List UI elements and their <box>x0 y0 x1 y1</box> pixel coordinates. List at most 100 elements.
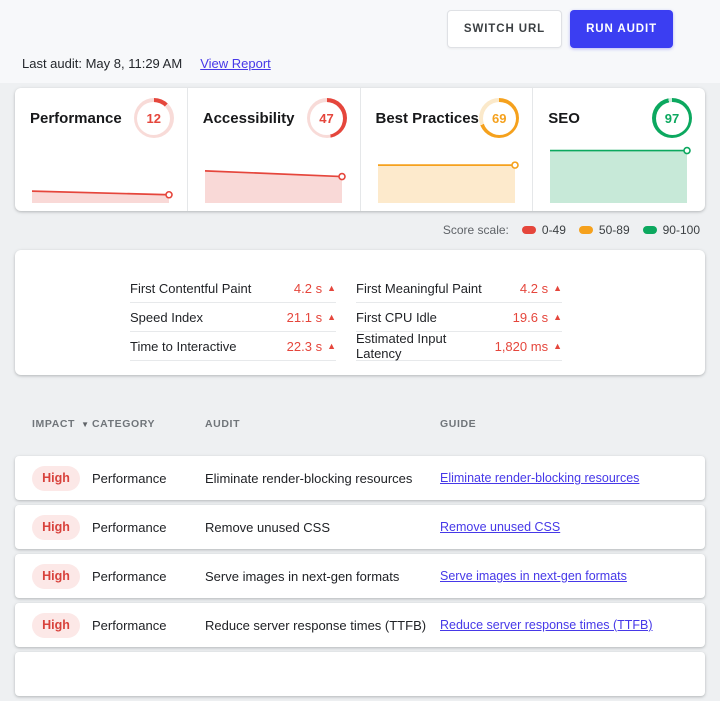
score-trend-sparkline <box>550 146 692 203</box>
score-scale-range: 50-89 <box>578 223 630 237</box>
metric-name: Speed Index <box>130 309 204 325</box>
score-scale-range-label: 90-100 <box>662 223 700 237</box>
metric-value: 1,820 ms ▲ <box>495 339 562 354</box>
audit-title: Eliminate render-blocking resources <box>205 470 413 486</box>
metric-name: Time to Interactive <box>130 338 237 354</box>
impact-header-label: IMPACT <box>32 418 76 430</box>
audit-title: Serve images in next-gen formats <box>205 568 400 584</box>
score-gauge-value: 12 <box>137 101 171 135</box>
audit-table-row-partial <box>15 652 705 696</box>
audit-title: Remove unused CSS <box>205 519 331 535</box>
metrics-grid: First Contentful Paint 4.2 s ▲ Speed Index 2… <box>130 274 705 361</box>
score-card-seo: SEO 97 <box>533 88 705 211</box>
score-gauge: 47 <box>306 98 347 138</box>
impact-cell: High <box>32 612 92 638</box>
score-trend-sparkline <box>204 169 346 203</box>
metric-value-text: 19.6 s <box>512 309 549 325</box>
metric-name: First CPU Idle <box>356 309 437 325</box>
score-card-performance: Performance 12 <box>15 88 188 211</box>
metric-name: First Contentful Paint <box>130 280 252 296</box>
score-scale-pill-average <box>578 226 593 234</box>
score-scale-legend: Score scale: 0-49 50-89 90-100 <box>0 223 700 237</box>
metric-name: Estimated Input Latency <box>356 331 447 361</box>
score-card-title: Best Practices <box>375 109 479 127</box>
score-card-best-practices: Best Practices 69 <box>361 88 534 211</box>
warning-triangle-icon: ▲ <box>327 311 336 322</box>
audit-category: Performance <box>92 617 167 633</box>
metric-value: 22.3 s ▲ <box>287 339 336 354</box>
metric-row: First Contentful Paint 4.2 s ▲ <box>130 274 336 303</box>
score-card-title: Accessibility <box>202 109 295 127</box>
last-audit-text: Last audit: May 8, 11:29 AM <box>22 56 183 71</box>
metric-row: First Meaningful Paint 4.2 s ▲ <box>356 274 562 303</box>
score-card-header: Performance 12 <box>15 88 187 138</box>
score-gauge-value: 47 <box>310 101 343 135</box>
warning-triangle-icon: ▲ <box>553 311 562 322</box>
metric-value-text: 1,820 ms <box>494 338 549 354</box>
guide-link[interactable]: Remove unused CSS <box>440 520 705 534</box>
score-trend-sparkline <box>31 190 173 203</box>
header-actions: SWITCH URL RUN AUDIT <box>446 10 673 48</box>
score-scale-range-label: 50-89 <box>598 223 630 237</box>
score-card-header: Best Practices 69 <box>361 88 533 138</box>
impact-cell: High <box>32 465 92 491</box>
impact-column-header[interactable]: IMPACT ▼ <box>32 418 92 430</box>
impact-badge: High <box>32 563 80 589</box>
score-card-title: SEO <box>548 109 580 127</box>
impact-cell: High <box>32 514 92 540</box>
score-scale-range-label: 0-49 <box>541 223 566 237</box>
metric-row: Speed Index 21.1 s ▲ <box>130 303 336 332</box>
metrics-column: First Meaningful Paint 4.2 s ▲ First CPU Id… <box>356 274 562 361</box>
metric-value: 19.6 s ▲ <box>513 310 562 325</box>
sort-caret-icon: ▼ <box>81 419 90 429</box>
audit-table-row: High Performance Eliminate render-blocking… <box>15 456 705 500</box>
impact-cell: High <box>32 563 92 589</box>
metric-value: 4.2 s ▲ <box>520 281 562 296</box>
score-scale-pill-pass <box>642 226 657 234</box>
guide-link[interactable]: Eliminate render-blocking resources <box>440 471 705 485</box>
warning-triangle-icon: ▲ <box>327 340 336 351</box>
audit-table-row: High Performance Remove unused CSS Remove u… <box>15 505 705 549</box>
score-gauge: 12 <box>133 98 174 138</box>
score-scale-range: 0-49 <box>521 223 566 237</box>
score-scale-range: 90-100 <box>642 223 700 237</box>
metric-row: Estimated Input Latency 1,820 ms ▲ <box>356 331 562 361</box>
score-gauge-value: 69 <box>482 101 516 135</box>
category-column-header: CATEGORY <box>92 418 156 430</box>
warning-triangle-icon: ▲ <box>553 340 562 351</box>
metric-value: 4.2 s ▲ <box>294 281 336 296</box>
score-trend-sparkline <box>377 161 519 203</box>
audit-category: Performance <box>92 470 167 486</box>
switch-url-button[interactable]: SWITCH URL <box>446 10 563 48</box>
audit-table-row: High Performance Serve images in next-gen … <box>15 554 705 598</box>
main-content: Performance 12 Accessibility 47 Best Practic… <box>0 88 720 701</box>
score-card-accessibility: Accessibility 47 <box>188 88 361 211</box>
metric-value-text: 22.3 s <box>286 338 323 354</box>
audit-title: Reduce server response times (TTFB) <box>205 617 427 633</box>
metric-row: First CPU Idle 19.6 s ▲ <box>356 303 562 332</box>
impact-badge: High <box>32 514 80 540</box>
view-report-link[interactable]: View Report <box>200 56 271 71</box>
impact-badge: High <box>32 612 80 638</box>
score-card-header: SEO 97 <box>533 88 705 138</box>
score-gauge: 69 <box>479 98 520 138</box>
metric-row: Time to Interactive 22.3 s ▲ <box>130 332 336 361</box>
metric-value: 21.1 s ▲ <box>287 310 336 325</box>
guide-link[interactable]: Serve images in next-gen formats <box>440 569 705 583</box>
score-gauge: 97 <box>652 98 692 138</box>
audit-table-header: IMPACT ▼ CATEGORY AUDIT GUIDE <box>15 417 705 431</box>
audit-column-header: AUDIT <box>205 418 241 430</box>
run-audit-button[interactable]: RUN AUDIT <box>570 10 673 48</box>
audit-table: High Performance Eliminate render-blocking… <box>0 456 720 696</box>
last-audit-status: Last audit: May 8, 11:29 AM View Report <box>22 56 271 71</box>
metric-value-text: 4.2 s <box>293 280 323 296</box>
score-scale-items: 0-49 50-89 90-100 <box>521 223 700 237</box>
metric-value-text: 21.1 s <box>286 309 323 325</box>
metric-name: First Meaningful Paint <box>356 280 482 296</box>
audit-category: Performance <box>92 519 167 535</box>
metric-value-text: 4.2 s <box>519 280 549 296</box>
audit-category: Performance <box>92 568 167 584</box>
score-gauge-value: 97 <box>655 101 689 135</box>
guide-link[interactable]: Reduce server response times (TTFB) <box>440 618 705 632</box>
impact-badge: High <box>32 465 80 491</box>
